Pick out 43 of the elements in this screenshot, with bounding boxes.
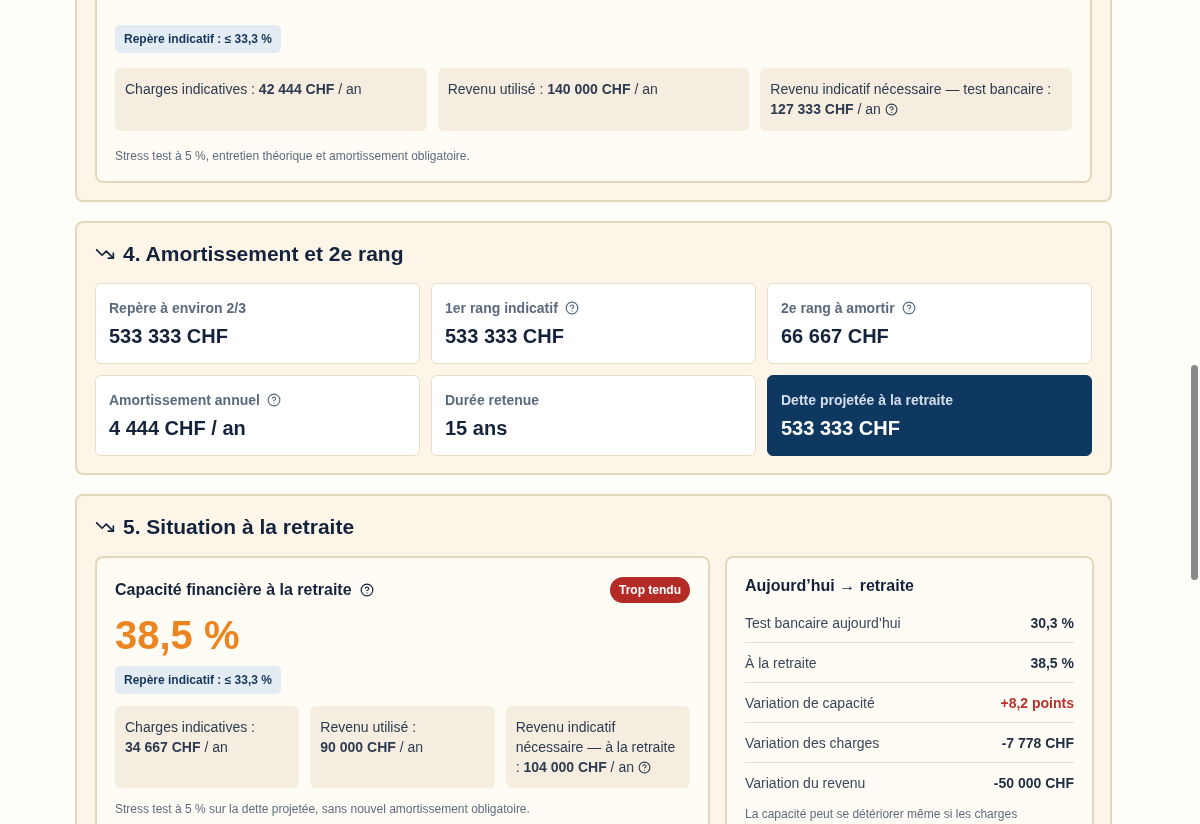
row-label: Variation du revenu bbox=[745, 775, 866, 791]
help-icon[interactable] bbox=[884, 103, 898, 116]
scrollbar-thumb[interactable] bbox=[1191, 365, 1198, 580]
stat-value: 533 333 CHF bbox=[109, 325, 229, 348]
row-value: -7 778 CHF bbox=[1001, 734, 1074, 751]
row-value: -50 000 CHF bbox=[993, 775, 1074, 791]
stat-label: Durée retenue bbox=[445, 392, 540, 408]
row-label: Variation de capacité bbox=[745, 694, 875, 711]
status-badge: Trop tendu bbox=[610, 577, 690, 603]
card-title: Capacité financière à la retraite bbox=[115, 581, 352, 599]
footnote: Stress test à 5 % sur la dette projetée, sans nouvel amortissement obligatoire. bbox=[115, 802, 530, 816]
stat-label: Dette projetée à la retraite bbox=[781, 392, 953, 408]
stat-label: 2e rang à amortir bbox=[781, 300, 895, 316]
info-card: Revenu utilisé : 140 000 CHF / an bbox=[437, 68, 750, 131]
info-card: Charges indicatives : 42 444 CHF / an bbox=[115, 68, 427, 131]
row-value: 30,3 % bbox=[1030, 614, 1074, 631]
card-title: Aujourd’hui → retraite bbox=[745, 577, 914, 595]
row-label: À la retraite bbox=[745, 654, 817, 671]
stat-value: 533 333 CHF bbox=[445, 325, 565, 348]
info-card: Charges indicatives : 34 667 CHF / an bbox=[115, 706, 300, 788]
stat-label: 1er rang indicatif bbox=[445, 300, 558, 316]
info-card: Revenu utilisé : 90 000 CHF / an bbox=[310, 706, 495, 788]
stat-label: Amortissement annuel bbox=[109, 392, 260, 408]
stat-label: Repère à environ 2/3 bbox=[109, 300, 246, 316]
stat-value: 533 333 CHF bbox=[781, 417, 901, 440]
row-label: Test bancaire aujourd’hui bbox=[745, 614, 901, 631]
info-card: Revenu indicatif nécessaire — à la retraite : 104 000 CHF / an bbox=[505, 706, 690, 788]
capacity-value: 38,5 % bbox=[115, 613, 240, 658]
info-card: Revenu indicatif nécessaire — test bancaire : 127 333 CHF / an bbox=[760, 68, 1072, 131]
benchmark-tag: Repère indicatif : ≤ 33,3 % bbox=[115, 25, 281, 53]
help-icon[interactable] bbox=[359, 583, 374, 597]
section-title: 5. Situation à la retraite bbox=[123, 515, 355, 539]
footnote: Stress test à 5 %, entretien théorique et amortissement obligatoire. bbox=[115, 149, 470, 163]
row-label: Variation des charges bbox=[745, 734, 880, 751]
section-title: 4. Amortissement et 2e rang bbox=[123, 242, 404, 266]
footnote: La capacité peut se détériorer même si les charges bbox=[745, 807, 1018, 821]
row-value: +8,2 points bbox=[1000, 694, 1074, 711]
stat-value: 4 444 CHF / an bbox=[109, 417, 247, 440]
stat-value: 15 ans bbox=[445, 417, 509, 440]
row-value: 38,5 % bbox=[1030, 654, 1074, 671]
stat-value: 66 667 CHF bbox=[781, 325, 890, 348]
benchmark-tag: Repère indicatif : ≤ 33,3 % bbox=[115, 666, 281, 694]
help-icon[interactable] bbox=[637, 761, 651, 774]
